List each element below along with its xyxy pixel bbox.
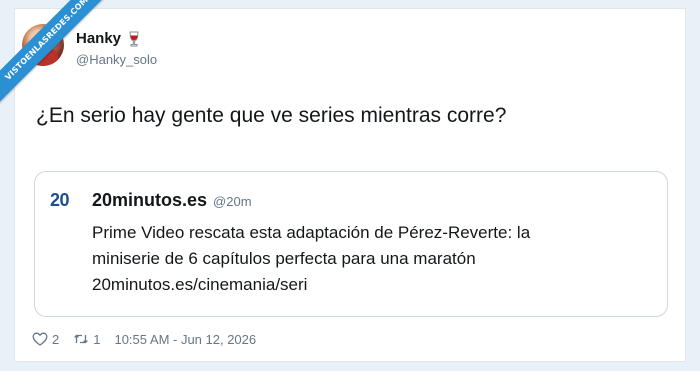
like-count: 2 [52, 331, 60, 347]
quoted-text-line: Prime Video rescata esta adaptación de P… [92, 223, 531, 242]
quoted-handle[interactable]: @20m [213, 194, 252, 209]
quoted-tweet-card[interactable]: 20 20minutos.es @20m Prime Video rescata… [34, 171, 668, 317]
quoted-display-name[interactable]: 20minutos.es [92, 190, 207, 211]
quoted-link[interactable]: 20minutos.es/cinemania/seri [92, 272, 652, 298]
retweet-icon [74, 334, 89, 344]
quoted-logo: 20 [50, 190, 70, 210]
watermark-text: VISTOENLASREDES.COM [0, 0, 115, 107]
watermark-ribbon: VISTOENLASREDES.COM [0, 0, 120, 120]
quoted-text: Prime Video rescata esta adaptación de P… [92, 220, 652, 298]
retweet-button[interactable]: 1 [73, 331, 100, 347]
tweet-footer: 2 1 10:55 AM - Jun 12, 2026 [32, 331, 256, 347]
like-button[interactable]: 2 [32, 331, 59, 347]
heart-icon [32, 332, 48, 346]
tweet-timestamp[interactable]: 10:55 AM - Jun 12, 2026 [114, 332, 256, 347]
wine-glass-icon [129, 31, 139, 46]
quoted-text-line: miniserie de 6 capítulos perfecta para u… [92, 249, 476, 268]
retweet-count: 1 [93, 331, 101, 347]
quoted-header: 20minutos.es @20m [92, 190, 252, 211]
